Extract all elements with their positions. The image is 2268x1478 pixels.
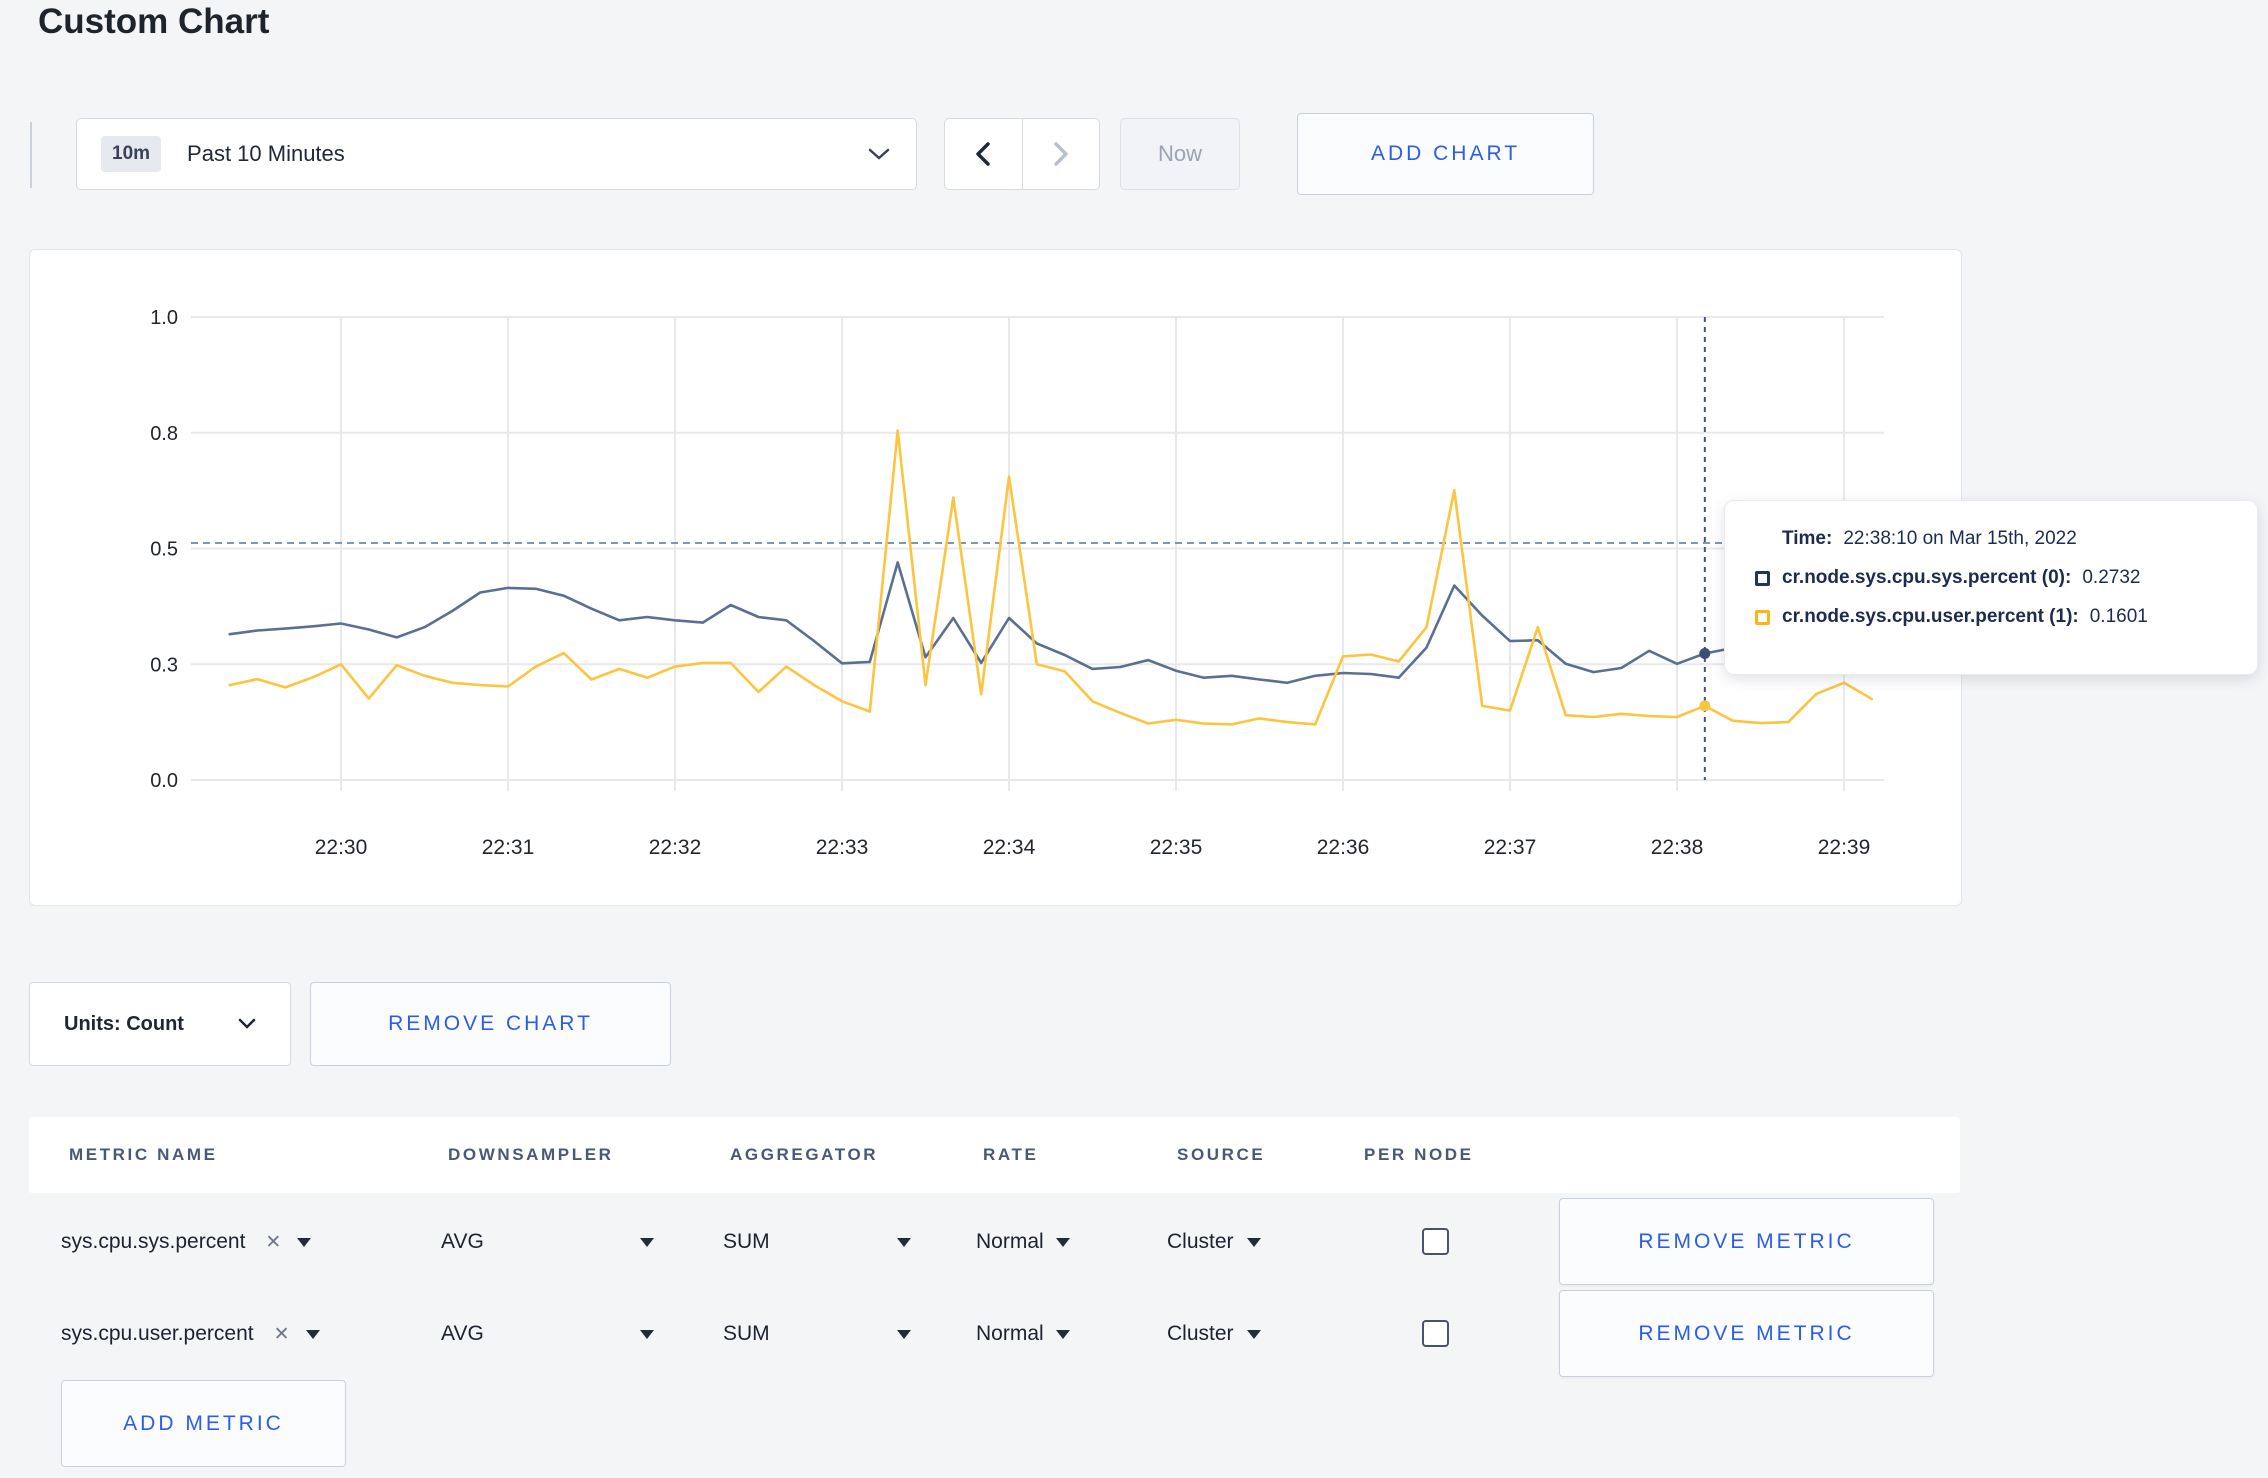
rate-value: Normal [976,1322,1044,1345]
column-header: AGGREGATOR [730,1145,879,1164]
x-axis-tick-label: 22:30 [315,836,368,859]
x-axis-tick-label: 22:32 [649,836,702,859]
add-metric-button[interactable]: ADD METRIC [61,1380,346,1467]
metrics-line-chart: 0.0 0.3 0.5 0.8 1.0 22:30 22:31 22:32 22:33 22:34… [150,307,1884,859]
chevron-down-icon [868,148,890,160]
tooltip-time-label: Time: [1782,528,1833,549]
remove-chart-button[interactable]: REMOVE CHART [310,982,671,1066]
rate-dropdown-arrow[interactable] [1055,1237,1070,1247]
source-cell[interactable]: Cluster [1167,1226,1261,1258]
aggregator-cell[interactable]: SUM [723,1318,770,1350]
x-axis-tick-label: 22:35 [1150,836,1203,859]
tooltip-series-value: 0.2732 [2082,567,2141,588]
x-axis-tick-label: 22:36 [1317,836,1370,859]
metric-name-value: sys.cpu.user.percent [61,1322,254,1345]
source-dropdown-arrow[interactable] [1246,1237,1261,1247]
units-dropdown[interactable]: Units: Count [29,982,291,1066]
aggregator-cell[interactable]: SUM [723,1226,770,1258]
remove-metric-button[interactable]: REMOVE METRIC [1559,1290,1934,1377]
chart-tooltip: Time: 22:38:10 on Mar 15th, 2022 cr.node… [1724,500,2258,675]
rate-dropdown-arrow[interactable] [1055,1329,1070,1339]
per-node-checkbox[interactable] [1422,1320,1449,1347]
y-axis-tick-label: 0.5 [150,539,178,561]
time-window-nav [944,118,1100,190]
toolbar-divider [30,122,32,188]
series-color-swatch-icon [1755,609,1770,625]
time-window-label: Past 10 Minutes [187,141,345,166]
metric-name-dropdown-arrow[interactable] [297,1237,312,1247]
aggregator-dropdown-arrow-cell [897,1318,911,1350]
downsampler-dropdown-arrow-cell [640,1226,654,1258]
chevron-left-icon [976,142,990,166]
column-header: RATE [983,1145,1039,1164]
series-color-swatch-icon [1755,570,1770,586]
source-value: Cluster [1167,1322,1234,1345]
downsampler-cell[interactable]: AVG [441,1318,484,1350]
time-window-badge: 10m [101,136,162,172]
chevron-down-icon [238,1018,256,1029]
x-axis-tick-label: 22:31 [482,836,535,859]
column-header: SOURCE [1177,1145,1266,1164]
column-header: DOWNSAMPLER [448,1145,614,1164]
crosshair-point [1699,700,1711,712]
tooltip-series-row: cr.node.sys.cpu.sys.percent (0): 0.2732 [1755,567,2229,589]
metric-name-cell: sys.cpu.sys.percent ✕ [61,1226,312,1258]
metric-name-cell: sys.cpu.user.percent ✕ [61,1318,320,1350]
add-chart-button[interactable]: ADD CHART [1297,113,1594,195]
crosshair-point [1699,648,1711,660]
source-dropdown-arrow[interactable] [1246,1329,1261,1339]
time-window-dropdown[interactable]: 10m Past 10 Minutes [76,118,917,190]
per-node-checkbox[interactable] [1422,1228,1449,1255]
remove-metric-button[interactable]: REMOVE METRIC [1559,1198,1934,1285]
tooltip-series-name: cr.node.sys.cpu.user.percent (1): [1782,606,2079,627]
aggregator-dropdown-arrow-cell [897,1226,911,1258]
metrics-table-header: METRIC NAME DOWNSAMPLER AGGREGATOR RATE SOUR… [29,1117,1960,1193]
metric-name-value: sys.cpu.sys.percent [61,1230,246,1253]
tooltip-time-value: 22:38:10 on Mar 15th, 2022 [1843,528,2077,549]
tooltip-series-value: 0.1601 [2089,606,2148,627]
source-cell[interactable]: Cluster [1167,1318,1261,1350]
rate-cell[interactable]: Normal [976,1226,1070,1258]
x-axis-tick-label: 22:33 [816,836,869,859]
y-axis-tick-label: 1.0 [150,307,178,329]
y-axis-tick-label: 0.3 [150,654,178,676]
tooltip-series-name: cr.node.sys.cpu.sys.percent (0): [1782,567,2072,588]
downsampler-dropdown-arrow[interactable] [640,1329,654,1339]
time-window-next-button[interactable] [1023,119,1100,189]
aggregator-dropdown-arrow[interactable] [897,1329,911,1339]
rate-value: Normal [976,1230,1044,1253]
page-title: Custom Chart [38,2,270,41]
downsampler-cell[interactable]: AVG [441,1226,484,1258]
source-value: Cluster [1167,1230,1234,1253]
tooltip-time-row: Time: 22:38:10 on Mar 15th, 2022 [1755,528,2229,550]
x-axis-tick-label: 22:37 [1484,836,1537,859]
clear-metric-icon[interactable]: ✕ [265,1231,281,1254]
downsampler-dropdown-arrow[interactable] [640,1237,654,1247]
y-axis-tick-label: 0.8 [150,423,178,445]
custom-chart-page: Custom Chart 10m Past 10 Minutes Now ADD… [0,0,2268,1478]
series-line-1 [228,429,1874,726]
column-header: METRIC NAME [69,1145,218,1164]
downsampler-dropdown-arrow-cell [640,1318,654,1350]
now-button[interactable]: Now [1120,118,1240,190]
rate-cell[interactable]: Normal [976,1318,1070,1350]
x-axis-tick-label: 22:39 [1818,836,1871,859]
aggregator-dropdown-arrow[interactable] [897,1237,911,1247]
y-axis-tick-label: 0.0 [150,770,178,792]
metric-name-dropdown-arrow[interactable] [305,1329,320,1339]
tooltip-series-row: cr.node.sys.cpu.user.percent (1): 0.1601 [1755,606,2229,628]
units-label: Units: Count [64,1012,184,1035]
x-axis-tick-label: 22:38 [1651,836,1704,859]
chevron-right-icon [1054,142,1068,166]
column-header: PER NODE [1364,1145,1474,1164]
time-window-prev-button[interactable] [945,119,1023,189]
x-axis-tick-label: 22:34 [983,836,1036,859]
chart-card: 0.0 0.3 0.5 0.8 1.0 22:30 22:31 22:32 22:33 22:34… [29,249,1962,906]
clear-metric-icon[interactable]: ✕ [274,1323,290,1346]
